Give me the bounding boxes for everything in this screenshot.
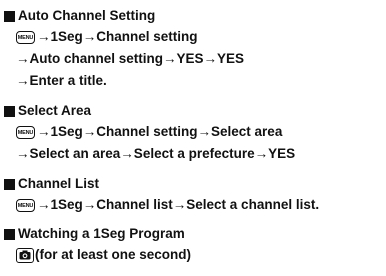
menu-key-icon: MENU [16, 30, 35, 44]
heading-text: Select Area [18, 103, 92, 118]
section-heading: Channel List [4, 175, 99, 193]
step-text: →Select an area→Select a prefecture→YES [16, 146, 296, 161]
instruction-line: →Select an area→Select a prefecture→YES [16, 145, 295, 163]
square-bullet-icon [4, 178, 15, 190]
step-text: (for at least one second) [35, 247, 192, 262]
step-text: →Auto channel setting→YES→YES [16, 51, 245, 66]
instruction-line: MENU →1Seg→Channel setting [16, 28, 198, 46]
step-text: →1Seg→Channel setting→Select area [37, 124, 283, 139]
heading-text: Auto Channel Setting [18, 8, 156, 23]
square-bullet-icon [4, 10, 15, 22]
instruction-line: MENU →1Seg→Channel list→Select a channel… [16, 196, 319, 214]
instruction-line: (for at least one second) [16, 246, 191, 264]
square-bullet-icon [4, 228, 15, 240]
heading-text: Channel List [18, 176, 100, 191]
instruction-page: Auto Channel Setting MENU →1Seg→Channel … [0, 0, 386, 276]
square-bullet-icon [4, 105, 15, 117]
menu-key-icon: MENU [16, 125, 35, 139]
section-heading: Watching a 1Seg Program [4, 225, 185, 243]
instruction-line: MENU →1Seg→Channel setting→Select area [16, 123, 282, 141]
section-heading: Auto Channel Setting [4, 7, 155, 25]
menu-key-icon: MENU [16, 198, 35, 212]
section-heading: Select Area [4, 102, 91, 120]
step-text: →Enter a title. [16, 73, 107, 88]
instruction-line: →Enter a title. [16, 72, 107, 90]
instruction-line: →Auto channel setting→YES→YES [16, 50, 244, 68]
heading-text: Watching a 1Seg Program [18, 226, 185, 241]
camera-key-icon [16, 247, 34, 263]
step-text: →1Seg→Channel setting [37, 29, 198, 44]
step-text: →1Seg→Channel list→Select a channel list… [37, 197, 320, 212]
